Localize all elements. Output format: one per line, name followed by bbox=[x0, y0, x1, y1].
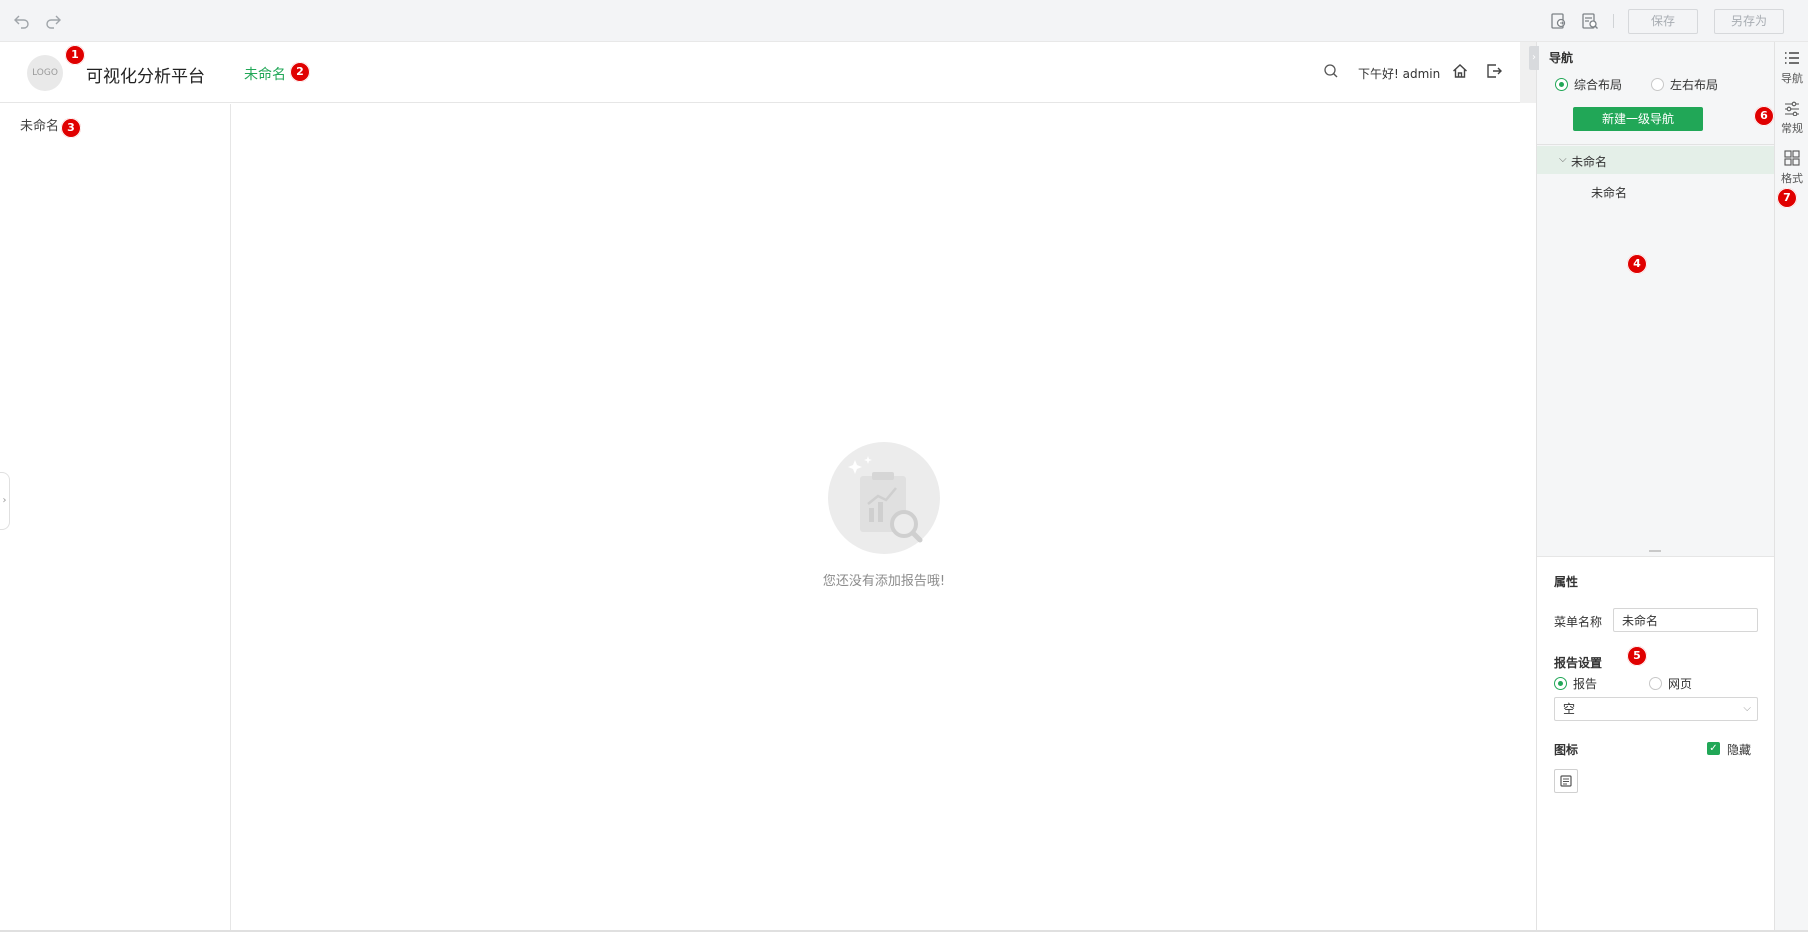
logout-icon[interactable] bbox=[1485, 62, 1503, 80]
report-type-webpage[interactable]: 网页 bbox=[1649, 675, 1692, 692]
preview-icon[interactable] bbox=[1581, 12, 1599, 30]
annotation-marker: 3 bbox=[61, 118, 81, 138]
radio-unselected-icon[interactable] bbox=[1649, 677, 1662, 690]
new-top-nav-button[interactable]: 新建一级导航 bbox=[1573, 107, 1703, 131]
export-icon[interactable] bbox=[1549, 12, 1567, 30]
tab-label: 常规 bbox=[1781, 122, 1803, 135]
undo-icon[interactable] bbox=[13, 12, 31, 30]
redo-icon[interactable] bbox=[44, 12, 62, 30]
sidebar-toggle-icon[interactable]: › bbox=[0, 472, 10, 530]
nav-tree-item-child[interactable]: 未命名 bbox=[1591, 184, 1627, 201]
save-as-button[interactable]: 另存为 bbox=[1714, 9, 1784, 34]
icon-label: 图标 bbox=[1554, 743, 1579, 757]
sliders-icon bbox=[1785, 101, 1799, 116]
hide-checkbox[interactable]: ✓ bbox=[1707, 742, 1720, 755]
grid-icon bbox=[1784, 150, 1800, 166]
layout-option-combined[interactable]: 综合布局 bbox=[1555, 76, 1622, 93]
panel-title: 导航 bbox=[1549, 51, 1574, 65]
tab-format[interactable]: 格式 bbox=[1775, 146, 1808, 190]
user-greeting: 下午好! admin bbox=[1358, 67, 1441, 81]
report-select-value: 空 bbox=[1563, 702, 1576, 716]
menu-name-label: 菜单名称 bbox=[1554, 615, 1603, 629]
platform-title: 可视化分析平台 bbox=[86, 67, 205, 87]
collapse-panel-icon[interactable]: › bbox=[1529, 46, 1539, 70]
hide-label: 隐藏 bbox=[1727, 743, 1752, 757]
properties-section: 属性 菜单名称 报告设置 报告 网页 空 ⌵ 图标 ✓ 隐藏 bbox=[1537, 556, 1775, 930]
right-tab-bar: 导航 常规 格式 bbox=[1774, 42, 1808, 930]
empty-state-text: 您还没有添加报告哦! bbox=[822, 574, 946, 589]
report-type-report[interactable]: 报告 bbox=[1554, 675, 1597, 692]
navigation-settings-panel: › 导航 综合布局 左右布局 新建一级导航 ⌵ 未命名 未命名 属性 菜单名称 … bbox=[1529, 42, 1775, 930]
layout-option-label: 综合布局 bbox=[1574, 78, 1623, 92]
empty-state: 您还没有添加报告哦! bbox=[800, 442, 968, 589]
annotation-marker: 5 bbox=[1627, 646, 1647, 666]
radio-unselected-icon[interactable] bbox=[1651, 78, 1664, 91]
webpage-option-label: 网页 bbox=[1668, 677, 1693, 691]
top-nav-item[interactable]: 未命名 bbox=[244, 64, 286, 84]
search-icon[interactable] bbox=[1322, 62, 1340, 80]
save-button[interactable]: 保存 bbox=[1628, 9, 1698, 34]
home-icon[interactable] bbox=[1451, 62, 1469, 80]
annotation-marker: 7 bbox=[1777, 188, 1797, 208]
resize-handle[interactable] bbox=[1649, 550, 1661, 552]
top-toolbar: 保存 另存为 bbox=[0, 0, 1808, 42]
radio-selected-icon[interactable] bbox=[1554, 677, 1567, 690]
divider bbox=[1537, 144, 1775, 145]
document-icon bbox=[1560, 775, 1572, 787]
nav-tree-item-parent[interactable]: ⌵ 未命名 bbox=[1537, 146, 1775, 174]
portal-sidebar: 未命名 bbox=[0, 104, 231, 930]
preview-canvas: LOGO 可视化分析平台 未命名 下午好! admin 未命名 › 您还没有添加… bbox=[0, 42, 1536, 930]
report-select[interactable]: 空 ⌵ bbox=[1554, 697, 1758, 721]
annotation-marker: 4 bbox=[1627, 254, 1647, 274]
annotation-marker: 2 bbox=[290, 62, 310, 82]
tree-item-label: 未命名 bbox=[1571, 155, 1608, 169]
tab-label: 格式 bbox=[1781, 172, 1803, 185]
chevron-down-icon[interactable]: ⌵ bbox=[1559, 154, 1567, 165]
toolbar-separator bbox=[1613, 14, 1614, 28]
report-option-label: 报告 bbox=[1573, 677, 1598, 691]
icon-picker[interactable] bbox=[1554, 769, 1578, 793]
list-icon bbox=[1785, 52, 1799, 64]
logo: LOGO bbox=[27, 55, 63, 91]
report-settings-label: 报告设置 bbox=[1554, 656, 1603, 670]
tab-general[interactable]: 常规 bbox=[1775, 96, 1808, 140]
radio-selected-icon[interactable] bbox=[1555, 78, 1568, 91]
annotation-marker: 6 bbox=[1754, 106, 1774, 126]
empty-report-icon bbox=[828, 442, 940, 554]
layout-option-left-right[interactable]: 左右布局 bbox=[1651, 76, 1718, 93]
sidebar-item[interactable]: 未命名 bbox=[20, 115, 59, 134]
annotation-marker: 1 bbox=[65, 45, 85, 65]
tab-label: 导航 bbox=[1781, 72, 1803, 85]
tab-navigation[interactable]: 导航 bbox=[1775, 46, 1808, 90]
portal-header: LOGO 可视化分析平台 未命名 下午好! admin bbox=[0, 42, 1520, 103]
properties-title: 属性 bbox=[1554, 575, 1579, 589]
layout-option-label: 左右布局 bbox=[1670, 78, 1719, 92]
chevron-down-icon: ⌵ bbox=[1743, 703, 1751, 714]
menu-name-input[interactable] bbox=[1613, 608, 1758, 632]
